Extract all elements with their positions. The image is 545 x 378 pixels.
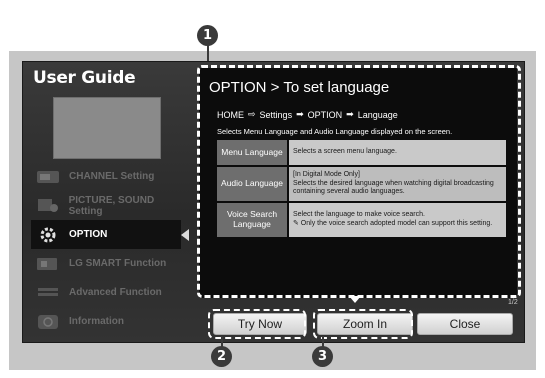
- close-button[interactable]: Close: [417, 313, 513, 335]
- menu-item-information[interactable]: Information: [31, 307, 189, 336]
- callout-highlight-try-now: [208, 309, 306, 339]
- callout-highlight-zoom-in: [313, 309, 413, 339]
- menu-item-label: OPTION: [69, 229, 108, 240]
- page-indicator: 1/2: [508, 299, 518, 306]
- menu-item-label: PICTURE, SOUND Setting: [68, 194, 155, 217]
- menu-item-label: Advanced Function: [69, 287, 162, 298]
- menu-item-label: LG SMART Function: [69, 258, 167, 269]
- menu-item-lg-smart[interactable]: LG SMART Function: [31, 249, 189, 278]
- scroll-down-icon[interactable]: [349, 296, 361, 303]
- channel-icon: [35, 168, 61, 186]
- guide-menu: CHANNEL Setting PICTURE, SOUND Setting O…: [31, 162, 189, 336]
- menu-item-advanced[interactable]: Advanced Function: [31, 278, 189, 307]
- active-pointer-icon: [181, 229, 189, 241]
- menu-item-picture-sound[interactable]: PICTURE, SOUND Setting: [31, 191, 189, 220]
- guide-thumbnail: [53, 97, 161, 159]
- menu-item-option[interactable]: OPTION: [31, 220, 189, 249]
- callout-1: 1: [197, 25, 218, 46]
- menu-item-label: Information: [69, 316, 124, 327]
- callout-2: 2: [211, 346, 232, 367]
- gear-icon: [35, 226, 61, 244]
- advanced-icon: [35, 284, 61, 302]
- picture-sound-icon: [35, 197, 61, 215]
- info-icon: [35, 313, 61, 331]
- user-guide-title: User Guide: [33, 68, 136, 88]
- menu-item-channel[interactable]: CHANNEL Setting: [31, 162, 189, 191]
- smart-icon: [35, 255, 61, 273]
- callout-stem-1: [207, 44, 209, 62]
- menu-item-label: CHANNEL Setting: [69, 171, 155, 182]
- callout-highlight-content: [197, 65, 521, 298]
- callout-3: 3: [312, 346, 333, 367]
